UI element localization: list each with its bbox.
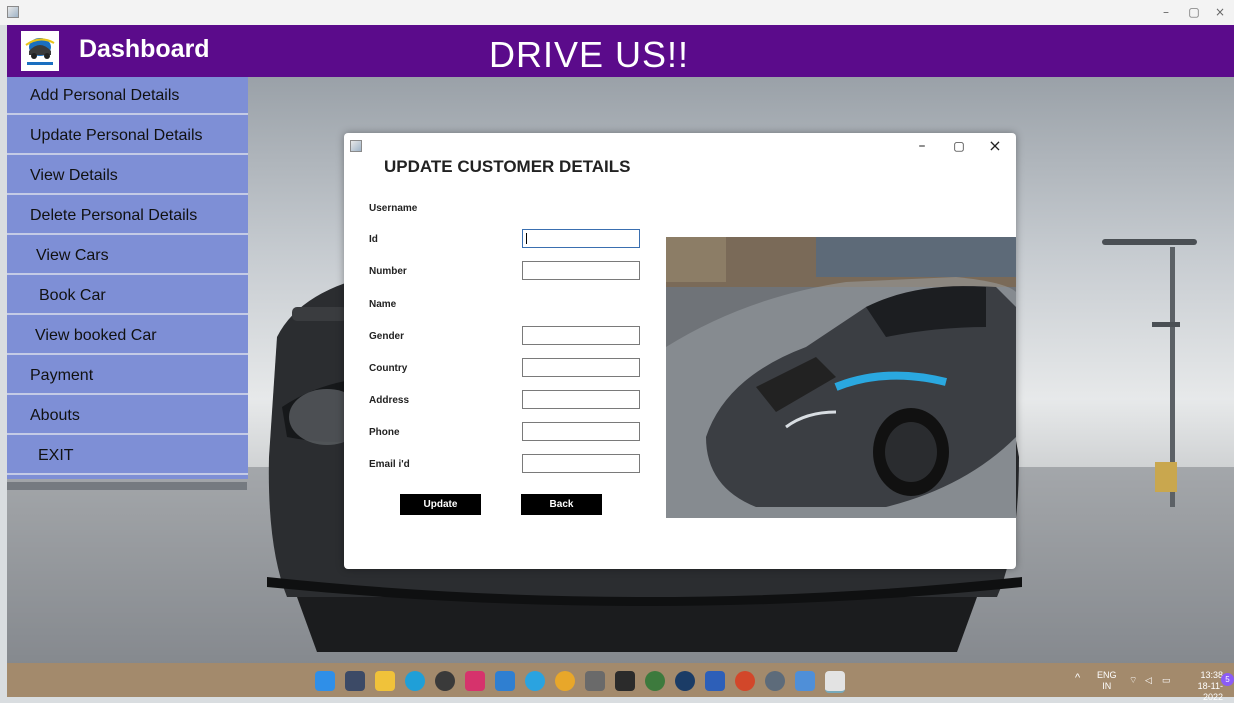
country-label: Country [369,363,408,374]
name-label: Name [369,299,397,310]
steam-icon[interactable] [675,671,695,691]
email-label: Email i'd [369,459,410,470]
sidebar-item-payment[interactable]: Payment [7,357,248,395]
word-icon[interactable] [705,671,725,691]
java-icon[interactable] [825,671,845,693]
language-label: ENG [1097,670,1117,680]
number-field[interactable] [522,261,640,280]
language-indicator[interactable]: ENG IN [1097,670,1117,692]
obs-icon[interactable] [435,671,455,691]
dialog-minimize-button[interactable]: – [909,136,935,156]
email-field[interactable] [522,454,640,473]
username-label: Username [369,203,418,214]
sidebar-item-update-personal-details[interactable]: Update Personal Details [7,117,248,155]
dashboard-title: Dashboard [79,35,210,63]
id-label: Id [369,234,378,245]
dialog-heading: UPDATE CUSTOMER DETAILS [384,157,631,176]
dialog-java-icon [350,140,362,152]
rentcar-logo [21,31,59,71]
file-explorer-icon[interactable] [375,671,395,691]
show-hidden-icons-chevron-icon[interactable]: ^ [1075,673,1080,684]
sidebar-item-view-details[interactable]: View Details [7,157,248,195]
powerpoint-icon[interactable] [735,671,755,691]
wifi-icon[interactable]: ⌔ [1129,675,1137,686]
region-label: IN [1102,681,1112,691]
game-icon[interactable] [585,671,605,691]
app-title: DRIVE US!! [489,34,690,75]
window-maximize-button[interactable]: ▢ [1180,2,1208,22]
country-field[interactable] [522,358,640,377]
windows-taskbar: ^ ENG IN ⌔ ◁ ▭ 13:38 18-11-2022 5 [7,663,1234,702]
time-label: 13:38 [1200,670,1223,680]
sidebar: Add Personal Details Update Personal Det… [7,77,248,479]
sidebar-item-add-personal-details[interactable]: Add Personal Details [7,77,248,115]
app-header: Dashboard DRIVE US!! [7,25,1234,77]
vscode-icon[interactable] [495,671,515,691]
task-view-icon[interactable] [345,671,365,691]
update-customer-dialog: – ▢ × UPDATE CUSTOMER DETAILS Username I… [344,133,1016,569]
clock[interactable]: 13:38 18-11-2022 [1179,670,1223,703]
notification-badge[interactable]: 5 [1221,673,1234,686]
back-button[interactable]: Back [521,494,602,515]
sidebar-item-delete-personal-details[interactable]: Delete Personal Details [7,197,248,235]
sidebar-item-view-booked-car[interactable]: View booked Car [7,317,248,355]
address-field[interactable] [522,390,640,409]
window-close-button[interactable]: × [1206,2,1234,22]
sidebar-item-exit[interactable]: EXIT [7,437,248,475]
settings-icon[interactable] [765,671,785,691]
edge-icon[interactable] [405,671,425,691]
volume-icon[interactable]: ◁ [1145,675,1152,686]
sidebar-item-view-cars[interactable]: View Cars [7,237,248,275]
xbox-icon[interactable] [645,671,665,691]
phone-label: Phone [369,427,400,438]
chrome-icon[interactable] [555,671,575,691]
epic-games-icon[interactable] [615,671,635,691]
address-label: Address [369,395,410,406]
windows-start-icon[interactable] [315,671,335,691]
instagram-icon[interactable] [465,671,485,691]
date-label: 18-11-2022 [1197,681,1223,702]
id-field[interactable] [522,229,640,248]
java-app-icon [7,6,19,18]
text-caret [526,233,527,244]
gender-label: Gender [369,331,405,342]
window-titlebar: – ▢ × [0,0,1234,25]
sports-car-photo [666,237,1016,518]
gender-field[interactable] [522,326,640,345]
update-button[interactable]: Update [400,494,481,515]
sidebar-item-book-car[interactable]: Book Car [7,277,248,315]
telegram-icon[interactable] [525,671,545,691]
window-minimize-button[interactable]: – [1152,2,1180,22]
dialog-close-button[interactable]: × [982,136,1008,156]
sidebar-item-abouts[interactable]: Abouts [7,397,248,435]
app-icon[interactable] [795,671,815,691]
number-label: Number [369,266,407,277]
phone-field[interactable] [522,422,640,441]
dialog-maximize-button[interactable]: ▢ [946,136,972,156]
battery-icon[interactable]: ▭ [1162,675,1171,686]
